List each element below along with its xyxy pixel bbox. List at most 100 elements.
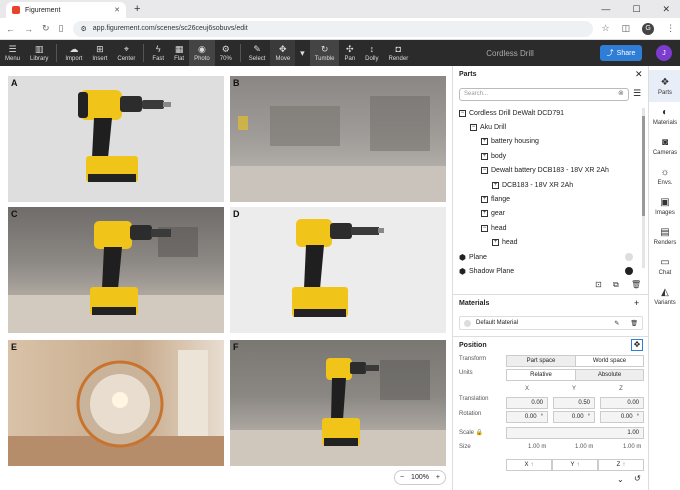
expand-icon[interactable]: + <box>481 138 488 146</box>
collapse-icon[interactable]: − <box>459 109 466 117</box>
part-space-button[interactable]: Part space <box>506 355 576 367</box>
translation-z-input[interactable]: 0.00 <box>600 397 644 409</box>
delete-icon[interactable]: 🗑 <box>631 280 641 289</box>
expand-icon[interactable]: + <box>492 181 499 189</box>
reset-icon[interactable]: ↺ <box>634 474 641 483</box>
align-x-button[interactable]: X ↑ <box>506 459 552 471</box>
sidebar-toggle-icon[interactable]: ▯ <box>59 23 64 34</box>
tree-node[interactable]: ⬢ Shadow Plane <box>457 264 643 278</box>
user-avatar[interactable]: J <box>656 45 672 61</box>
minimize-icon[interactable]: — <box>601 4 610 15</box>
render-view-c[interactable]: C <box>8 207 224 333</box>
visibility-dot[interactable] <box>625 267 633 276</box>
expand-icon[interactable]: + <box>492 239 499 247</box>
expand-icon[interactable]: + <box>481 210 488 218</box>
tree-node[interactable]: + gear <box>457 207 643 221</box>
star-icon[interactable]: ☆ <box>602 23 610 34</box>
insert-button[interactable]: ⊞ Insert <box>87 40 112 66</box>
move-gizmo-icon[interactable]: ✥ <box>631 339 643 351</box>
extensions-icon[interactable]: ◫ <box>622 23 631 34</box>
zoom-in-button[interactable]: + <box>436 474 440 481</box>
tree-node[interactable]: − Cordless Drill DeWalt DCD791 <box>457 106 643 120</box>
library-button[interactable]: ▥ Library <box>25 40 53 66</box>
import-button[interactable]: ☁ Import <box>60 40 87 66</box>
delete-material-icon[interactable]: 🗑 <box>630 320 638 327</box>
menu-button[interactable]: ☰ Menu <box>0 40 25 66</box>
material-item[interactable]: Default Material ✎ 🗑 <box>459 316 643 330</box>
close-window-icon[interactable]: ✕ <box>662 4 670 15</box>
visibility-dot[interactable] <box>625 253 633 262</box>
list-options-icon[interactable]: ☰ <box>633 88 641 99</box>
collapse-icon[interactable]: − <box>481 224 488 232</box>
move-button[interactable]: ✥ Move <box>270 40 296 66</box>
align-z-button[interactable]: Z ↑ <box>598 459 644 471</box>
rotation-z-input[interactable]: 0.00 ° <box>600 411 644 423</box>
render-view-f[interactable]: F <box>230 340 446 466</box>
select-button[interactable]: ✎ Select <box>244 40 271 66</box>
back-icon[interactable]: ← <box>6 24 15 34</box>
translation-x-input[interactable]: 0.00 <box>506 397 548 409</box>
render-button[interactable]: ◘ Render <box>384 40 414 66</box>
clear-search-icon[interactable]: ⊗ <box>618 89 624 97</box>
fast-button[interactable]: ϟ Fast <box>147 40 169 66</box>
quality-button[interactable]: ⚙ 70% <box>215 40 237 66</box>
expand-icon[interactable]: + <box>481 152 488 160</box>
close-panel-icon[interactable]: ✕ <box>635 69 643 80</box>
render-view-e[interactable]: E <box>8 340 224 466</box>
new-tab-icon[interactable]: + <box>134 3 140 15</box>
render-view-d[interactable]: D <box>230 207 446 333</box>
tree-node[interactable]: + battery housing <box>457 135 643 149</box>
profile-avatar[interactable]: G <box>642 22 655 35</box>
add-material-button[interactable]: + <box>634 298 639 308</box>
lock-icon[interactable]: 🔒 <box>476 430 483 436</box>
tumble-button[interactable]: ↻ Tumble <box>309 40 340 66</box>
tree-node[interactable]: + flange <box>457 192 643 206</box>
translation-y-input[interactable]: 0.50 <box>553 397 595 409</box>
tree-scrollbar-thumb[interactable] <box>642 116 645 216</box>
close-tab-icon[interactable]: ✕ <box>114 6 120 14</box>
sidebar-item-chat[interactable]: ▭ Chat <box>649 250 680 282</box>
expand-icon[interactable]: + <box>481 196 488 204</box>
align-y-button[interactable]: Y ↑ <box>552 459 598 471</box>
tree-node[interactable]: − Aku Drill <box>457 120 643 134</box>
kebab-menu-icon[interactable]: ⋮ <box>666 23 675 34</box>
tree-node[interactable]: + head <box>457 236 643 250</box>
absolute-button[interactable]: Absolute <box>575 369 644 381</box>
url-field[interactable]: ⚙ app.figurement.com/scenes/sc26ceuj6sob… <box>72 20 593 37</box>
new-folder-icon[interactable]: ⊡ <box>595 280 602 289</box>
collapse-icon[interactable]: ⌄ <box>617 475 624 484</box>
parts-search-input[interactable]: Search... <box>459 88 629 101</box>
world-space-button[interactable]: World space <box>575 355 644 367</box>
viewport[interactable]: A B C D E F − 100% + <box>0 66 452 490</box>
relative-button[interactable]: Relative <box>506 369 576 381</box>
sidebar-item-envs[interactable]: ☼ Envs. <box>649 160 680 192</box>
pan-button[interactable]: ✣ Pan <box>339 40 360 66</box>
sidebar-item-cameras[interactable]: ◙ Cameras <box>649 130 680 162</box>
tree-node[interactable]: + body <box>457 149 643 163</box>
sidebar-item-materials[interactable]: ◐ Materials <box>649 100 680 132</box>
site-info-icon[interactable]: ⚙ <box>81 25 87 33</box>
maximize-icon[interactable]: ☐ <box>632 4 640 15</box>
share-button[interactable]: ⤴ Share <box>600 45 642 61</box>
zoom-out-button[interactable]: − <box>400 474 404 481</box>
browser-tab[interactable]: Figurement ✕ <box>6 2 126 18</box>
render-view-b[interactable]: B <box>230 76 446 202</box>
tree-node[interactable]: + DCB183 - 18V XR 2Ah <box>457 178 643 192</box>
forward-icon[interactable]: → <box>24 24 33 34</box>
render-view-a[interactable]: A <box>8 76 224 202</box>
flat-button[interactable]: ▦ Flat <box>169 40 189 66</box>
move-dropdown[interactable]: ▾ <box>295 40 310 66</box>
collapse-icon[interactable]: − <box>470 124 477 132</box>
photo-button[interactable]: ◉ Photo <box>189 40 215 66</box>
duplicate-icon[interactable]: ⧉ <box>613 280 619 290</box>
sidebar-item-variants[interactable]: ◭ Variants <box>649 280 680 312</box>
edit-icon[interactable]: ✎ <box>614 320 619 327</box>
dolly-button[interactable]: ↕ Dolly <box>360 40 383 66</box>
rotation-y-input[interactable]: 0.00 ° <box>553 411 595 423</box>
reload-icon[interactable]: ↻ <box>42 23 50 34</box>
tree-node[interactable]: − head <box>457 221 643 235</box>
tree-node[interactable]: ⬢ Plane <box>457 250 643 264</box>
scale-input[interactable]: 1.00 <box>506 427 644 439</box>
tree-node[interactable]: − Dewalt battery DCB183 - 18V XR 2Ah <box>457 164 643 178</box>
collapse-icon[interactable]: − <box>481 167 488 175</box>
